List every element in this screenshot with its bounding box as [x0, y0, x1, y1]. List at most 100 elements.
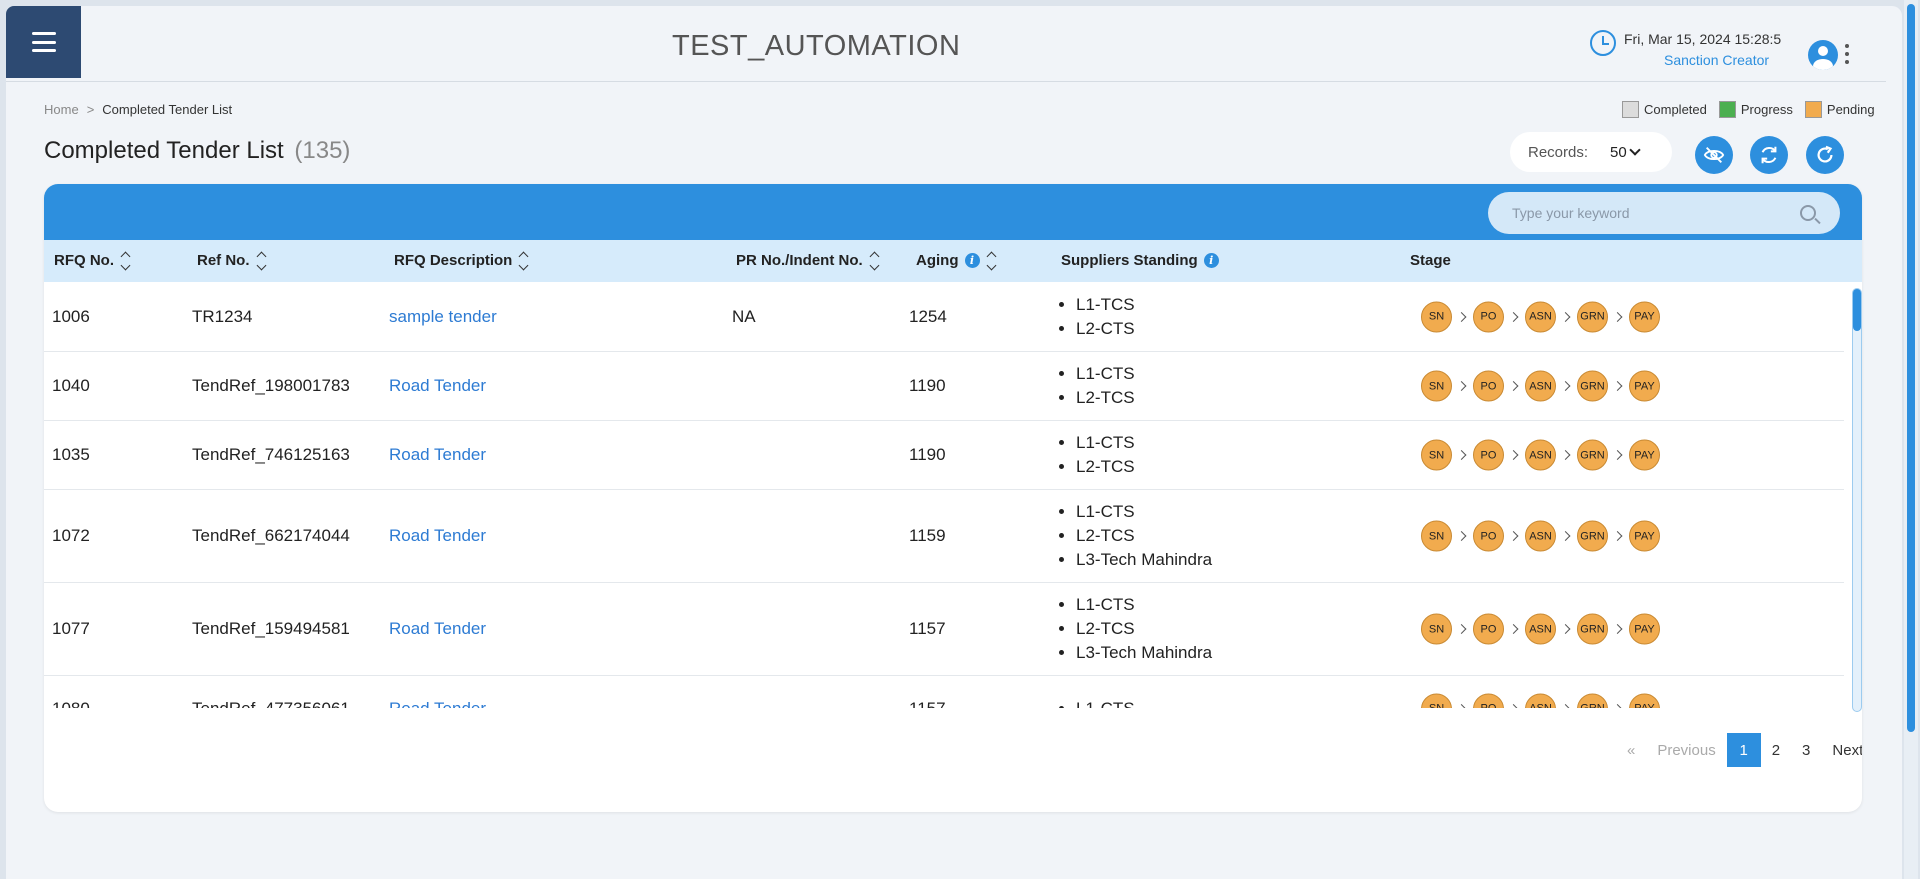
user-avatar-icon[interactable] [1808, 40, 1838, 70]
sort-icon[interactable] [120, 251, 131, 270]
stage-badge[interactable]: PO [1473, 613, 1504, 645]
chevron-right-icon [1560, 381, 1571, 391]
hide-columns-button[interactable] [1695, 136, 1733, 174]
stage-badge[interactable]: GRN [1577, 370, 1608, 402]
stage-badge[interactable]: GRN [1577, 693, 1608, 708]
stage-badge[interactable]: SN [1421, 439, 1452, 471]
hamburger-menu-button[interactable] [6, 6, 81, 78]
column-header-rfq-no[interactable]: RFQ No. [54, 251, 131, 270]
stage-badge[interactable]: PAY [1629, 370, 1660, 402]
user-role-link[interactable]: Sanction Creator [1664, 52, 1769, 68]
stage-badge[interactable]: GRN [1577, 439, 1608, 471]
stage-badge[interactable]: GRN [1577, 520, 1608, 552]
column-header-stage: Stage [1410, 252, 1451, 269]
cell-desc[interactable]: Road Tender [389, 445, 486, 465]
stage-badge[interactable]: ASN [1525, 370, 1556, 402]
suppliers-list: L1-CTSL2-TCS [1046, 431, 1135, 479]
pagination-page-1[interactable]: 1 [1726, 733, 1761, 767]
stage-badge[interactable]: PO [1473, 520, 1504, 552]
breadcrumb-home-link[interactable]: Home [44, 102, 79, 117]
chevron-right-icon [1508, 311, 1519, 322]
stage-badge[interactable]: GRN [1577, 301, 1608, 332]
stage-badge[interactable]: PAY [1629, 520, 1660, 552]
cell-ref: TR1234 [192, 306, 253, 326]
sort-icon[interactable] [256, 251, 266, 270]
pagination-page-3[interactable]: 3 [1791, 733, 1821, 767]
cell-aging: 1157 [909, 698, 946, 709]
table-scrollbar-thumb[interactable] [1853, 289, 1861, 331]
app-header: TEST_AUTOMATION Fri, Mar 15, 2024 15:28:… [6, 6, 1886, 82]
column-header-ref-no[interactable]: Ref No. [197, 251, 266, 270]
suppliers-list: L1-CTSL2-TCSL3-Tech Mahindra [1046, 500, 1212, 572]
column-header-aging[interactable]: Aging i [916, 251, 996, 270]
stage-badge[interactable]: PO [1473, 301, 1504, 332]
column-label: PR No./Indent No. [736, 252, 863, 269]
supplier-item: L2-TCS [1076, 524, 1212, 548]
refresh-button[interactable] [1806, 136, 1844, 174]
page-scrollbar[interactable] [1904, 0, 1918, 879]
supplier-item: L2-TCS [1076, 386, 1135, 410]
info-icon[interactable]: i [1203, 253, 1219, 268]
cell-desc[interactable]: Road Tender [389, 699, 486, 709]
cell-desc[interactable]: Road Tender [389, 376, 486, 396]
table-row[interactable]: 1080 TendRef_477356061 Road Tender 1157 L1-C… [44, 676, 1844, 708]
stage-badge[interactable]: SN [1421, 520, 1452, 552]
stage-badge[interactable]: ASN [1525, 613, 1556, 645]
cell-rfq: 1072 [52, 526, 90, 545]
cell-aging: 1157 [909, 619, 946, 638]
info-icon[interactable]: i [964, 253, 980, 268]
cell-desc[interactable]: Road Tender [389, 526, 486, 546]
stage-badge[interactable]: ASN [1525, 439, 1556, 471]
pagination-next[interactable]: Next [1821, 733, 1862, 767]
stage-badge[interactable]: GRN [1577, 613, 1608, 645]
cell-desc[interactable]: Road Tender [389, 619, 486, 639]
stage-badge[interactable]: PO [1473, 693, 1504, 708]
search-input[interactable] [1512, 205, 1792, 221]
search-icon[interactable] [1800, 205, 1816, 221]
legend-label: Completed [1644, 102, 1707, 117]
page-scrollbar-thumb[interactable] [1907, 4, 1915, 732]
stage-badge[interactable]: ASN [1525, 301, 1556, 332]
table-row[interactable]: 1006 TR1234 sample tender NA 1254 L1-TCSL2-CT… [44, 282, 1844, 352]
stage-badge[interactable]: SN [1421, 370, 1452, 402]
more-options-icon[interactable] [1844, 44, 1850, 64]
sort-icon[interactable] [869, 251, 880, 270]
column-header-pr-no[interactable]: PR No./Indent No. [736, 251, 880, 270]
app-window: TEST_AUTOMATION Fri, Mar 15, 2024 15:28:… [6, 6, 1902, 879]
stage-badge[interactable]: PAY [1629, 439, 1660, 471]
records-value[interactable]: 50 [1610, 143, 1641, 161]
chevron-right-icon [1508, 450, 1519, 460]
stage-badge[interactable]: ASN [1525, 693, 1556, 708]
records-per-page-select[interactable]: Records: 50 [1510, 132, 1672, 172]
sync-button[interactable] [1750, 136, 1788, 174]
stage-badge[interactable]: PO [1473, 439, 1504, 471]
column-label: Aging [916, 252, 959, 269]
table-scrollbar[interactable] [1852, 288, 1862, 712]
stage-badge[interactable]: SN [1421, 613, 1452, 645]
sort-icon[interactable] [986, 251, 996, 270]
table-row[interactable]: 1072 TendRef_662174044 Road Tender 1159 L1-C… [44, 490, 1844, 583]
chevron-right-icon [1560, 624, 1571, 634]
stage-badge[interactable]: SN [1421, 301, 1452, 332]
table-row[interactable]: 1035 TendRef_746125163 Road Tender 1190 L1-C… [44, 421, 1844, 490]
records-value-text: 50 [1610, 143, 1627, 161]
stage-badge[interactable]: SN [1421, 693, 1452, 708]
supplier-item: L1-TCS [1076, 293, 1135, 317]
legend-label: Pending [1826, 102, 1875, 117]
cell-desc[interactable]: sample tender [389, 307, 497, 327]
search-box[interactable] [1488, 192, 1840, 234]
table-row[interactable]: 1040 TendRef_198001783 Road Tender 1190 L1-C… [44, 352, 1844, 421]
stage-badge[interactable]: ASN [1525, 520, 1556, 552]
column-header-rfq-description[interactable]: RFQ Description [394, 251, 529, 270]
chevron-right-icon [1456, 703, 1467, 708]
cell-aging: 1254 [909, 306, 947, 326]
column-label: RFQ Description [394, 252, 513, 269]
sort-icon[interactable] [518, 251, 529, 270]
pagination-page-2[interactable]: 2 [1761, 733, 1791, 767]
stage-badge[interactable]: PO [1473, 370, 1504, 402]
chevron-right-icon [1612, 311, 1623, 322]
table-row[interactable]: 1077 TendRef_159494581 Road Tender 1157 L1-C… [44, 583, 1844, 676]
stage-badge[interactable]: PAY [1629, 693, 1660, 708]
stage-badge[interactable]: PAY [1629, 613, 1660, 645]
stage-badge[interactable]: PAY [1629, 301, 1660, 332]
